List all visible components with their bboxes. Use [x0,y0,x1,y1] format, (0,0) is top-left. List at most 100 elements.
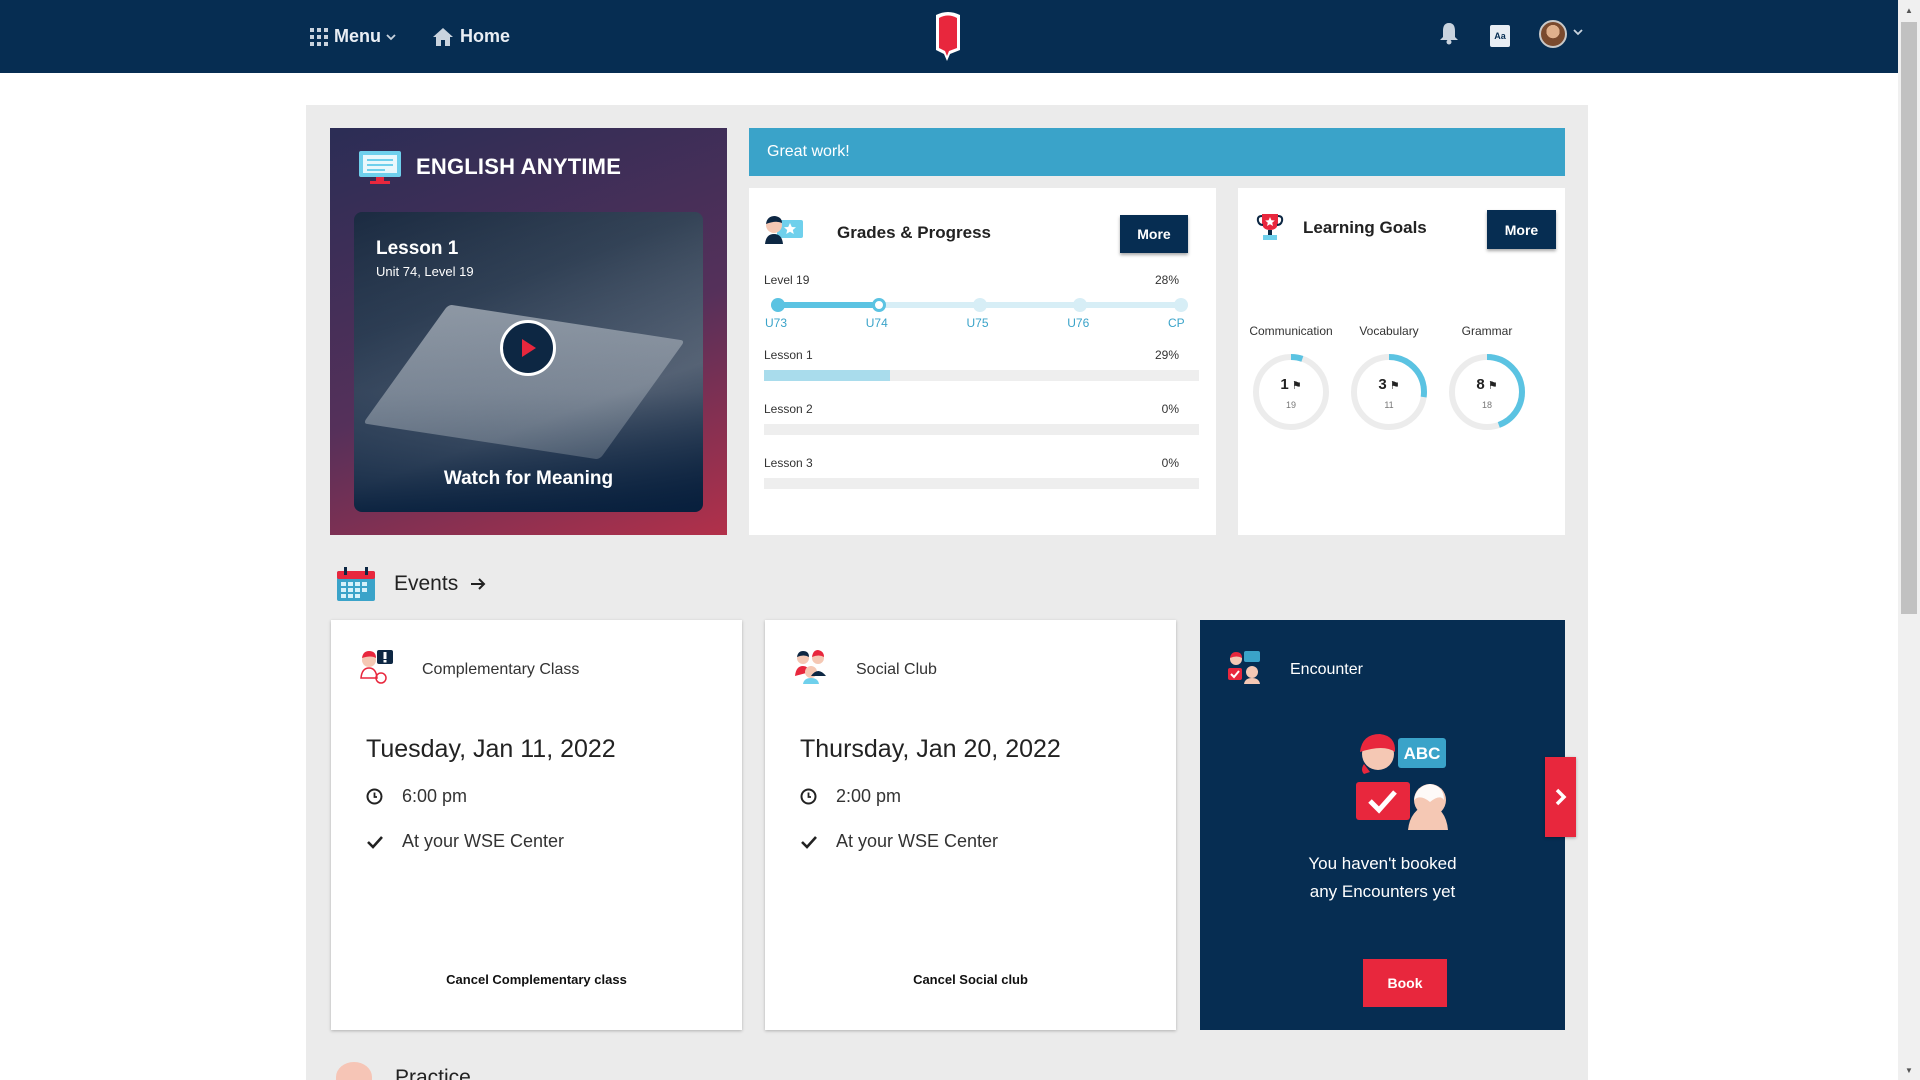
scroll-up-arrow-icon[interactable]: ▲ [1898,0,1920,20]
encounter-message-line1: You haven't booked [1308,854,1457,873]
scroll-down-arrow-icon[interactable]: ▼ [1898,1060,1920,1080]
lesson-label: Lesson 2 [764,402,813,416]
event-time-row: 6:00 pm [366,786,467,807]
book-encounter-button[interactable]: Book [1363,959,1447,1007]
chevron-down-icon [386,33,396,40]
unit-milestone-label: U73 [765,316,788,330]
lesson-label: Lesson 3 [764,456,813,470]
monitor-icon [359,151,401,184]
learning-goals-card: Learning Goals More Communication 1 ⚑ 19 Vo… [1238,188,1565,535]
unit-milestone-dot [972,298,987,312]
arrow-right-icon [471,578,486,590]
lesson-percent: 29% [1154,348,1179,362]
grades-progress-card: Grades & Progress More Level 19 28% U73 U… [749,188,1216,535]
goal-value: 1 ⚑ [1251,376,1331,393]
learning-goals-title: Learning Goals [1303,218,1427,237]
event-card-social-club: Social Club Thursday, Jan 20, 2022 2:00 … [765,620,1176,1030]
checkmark-icon [801,835,817,849]
encounter-title: Encounter [1290,661,1363,678]
clock-icon [800,788,817,805]
flag-icon: ⚑ [1386,380,1400,392]
scrollbar-thumb[interactable] [1901,22,1917,614]
avatar[interactable] [1539,20,1567,48]
lesson-progress-bar [764,370,1199,381]
lesson-progress-bar [764,478,1199,489]
teacher-alert-icon [360,650,393,684]
english-anytime-header: ENGLISH ANYTIME [358,150,621,184]
encounter-message: You haven't booked any Encounters yet [1200,850,1565,906]
unit-milestone-label: U75 [966,316,989,330]
goal-target: 19 [1285,400,1296,410]
page-scrollbar[interactable]: ▲ ▼ [1898,0,1920,1080]
clock-icon [366,788,383,805]
home-link[interactable]: Home [432,0,510,73]
goal-value-text: 1 [1280,376,1289,393]
event-card-encounter: Encounter ABC You haven't booked any Enc… [1200,620,1565,1030]
encounter-illustration: ABC [1356,734,1448,830]
level-label: Level 19 [764,273,810,287]
event-time: 6:00 pm [402,786,468,806]
unit-milestone-dot [771,298,785,312]
cancel-complementary-class-button[interactable]: Cancel Complementary class [331,972,742,987]
unit-milestone-dot [1174,298,1188,312]
lesson-subtitle: Unit 74, Level 19 [376,264,474,279]
event-location: At your WSE Center [402,831,565,851]
encounter-icon [1228,651,1260,684]
calendar-icon [337,567,375,601]
flag-icon: ⚑ [1484,380,1498,392]
dictionary-icon[interactable]: Aa [1490,25,1510,47]
checkmark-icon [367,835,383,849]
unit-milestone-label: CP [1168,316,1185,330]
top-navigation-bar: Menu Home Aa [0,0,1898,73]
lesson-progress-fill [764,370,891,381]
lesson-percent: 0% [1161,402,1179,416]
event-location-row: At your WSE Center [366,831,564,852]
event-type-label: Social Club [856,661,937,678]
grid-icon [310,27,328,46]
event-time-row: 2:00 pm [800,786,901,807]
great-work-banner: Great work! [749,128,1565,176]
event-date: Tuesday, Jan 11, 2022 [366,735,616,763]
encounter-message-line2: any Encounters yet [1309,882,1456,901]
lesson-percent: 0% [1161,456,1179,470]
goal-label: Vocabulary [1359,324,1419,338]
goal-target: 18 [1481,400,1492,410]
people-icon [795,650,826,684]
brand-logo[interactable] [933,10,963,62]
video-caption: Watch for Meaning [443,468,614,489]
flag-icon: ⚑ [1288,380,1302,392]
events-header-link[interactable]: Events [336,566,486,602]
grades-progress-title: Grades & Progress [837,223,992,242]
goal-value-text: 3 [1378,376,1387,393]
next-arrow-button[interactable] [1545,757,1576,837]
goal-label: Communication [1249,324,1333,338]
home-label: Home [460,26,511,46]
chevron-down-icon[interactable] [1572,28,1584,36]
goal-value: 8 ⚑ [1447,376,1527,393]
play-button[interactable] [500,320,556,376]
cancel-social-club-button[interactable]: Cancel Social club [765,972,1176,987]
event-location-row: At your WSE Center [800,831,998,852]
grades-more-button[interactable]: More [1120,215,1188,253]
events-title: Events [394,572,459,595]
goal-value: 3 ⚑ [1349,376,1429,393]
english-anytime-title: ENGLISH ANYTIME [416,154,622,179]
abc-badge-text: ABC [1404,744,1441,763]
menu-label: Menu [334,26,381,46]
bell-icon[interactable] [1438,21,1460,45]
event-location: At your WSE Center [836,831,999,851]
event-card-complementary-class: Complementary Class Tuesday, Jan 11, 202… [331,620,742,1030]
level-percent: 28% [1154,273,1179,287]
chevron-right-icon [1555,788,1566,806]
event-time: 2:00 pm [836,786,902,806]
unit-milestone-label: U76 [1067,316,1090,330]
trophy-icon [1256,214,1284,240]
goal-label: Grammar [1461,324,1513,338]
lesson-video-thumbnail[interactable]: Lesson 1 Unit 74, Level 19 Watch for Mea… [354,212,703,512]
event-date: Thursday, Jan 20, 2022 [800,735,1061,763]
practice-header-link[interactable]: Practice [395,1066,471,1080]
goals-more-button[interactable]: More [1487,210,1556,249]
lesson-progress-bar [764,424,1199,435]
menu-button[interactable]: Menu [310,0,403,73]
lesson-label: Lesson 1 [764,348,813,362]
